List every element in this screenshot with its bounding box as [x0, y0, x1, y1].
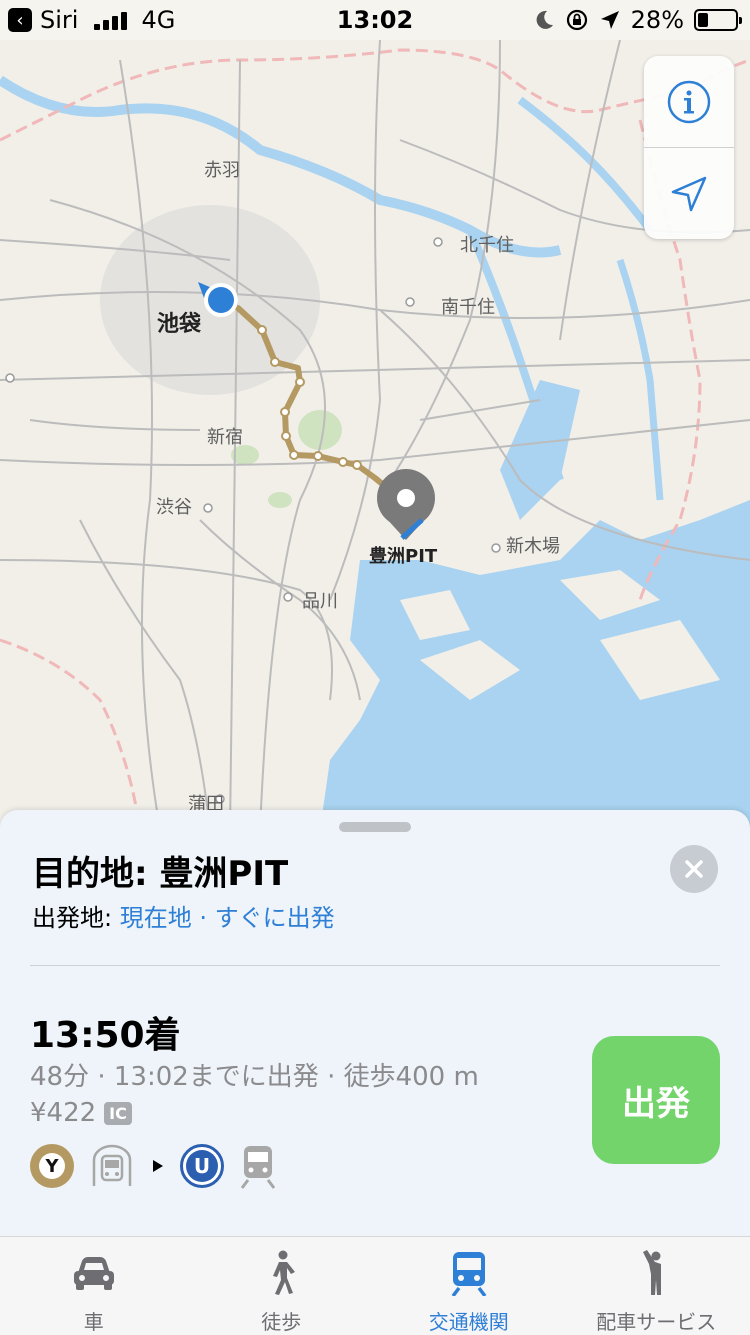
- subway-icon: [88, 1142, 136, 1190]
- cellular-signal-icon: [94, 10, 127, 30]
- car-icon: [72, 1255, 116, 1291]
- map-label-shinjuku: 新宿: [207, 423, 243, 449]
- info-icon: [666, 79, 712, 125]
- network-type: 4G: [141, 6, 175, 34]
- tab-ride-hail[interactable]: 配車サービス: [563, 1237, 750, 1335]
- arrival-time[interactable]: 13:50着: [30, 1006, 181, 1058]
- tab-transit-label: 交通機関: [429, 1306, 509, 1335]
- ic-card-badge: IC: [104, 1102, 132, 1125]
- location-services-icon: [599, 9, 621, 31]
- map-label-shinkiba: 新木場: [506, 532, 560, 558]
- tab-walk-label: 徒歩: [261, 1306, 301, 1335]
- close-icon: [683, 858, 705, 880]
- yurakucho-line-icon: Y: [30, 1144, 74, 1188]
- destination-title: 目的地: 豊洲PIT: [32, 846, 288, 895]
- transit-icon: [451, 1250, 487, 1296]
- divider: [30, 965, 720, 966]
- location-arrow-icon: [669, 174, 709, 214]
- directions-sheet[interactable]: 目的地: 豊洲PIT 出発地: 現在地 · すぐに出発 13:50着 48分 ·…: [0, 810, 750, 1236]
- origin-prefix: 出発地:: [32, 904, 120, 932]
- map-label-shinagawa: 品川: [302, 587, 338, 613]
- map-label-shibuya: 渋谷: [156, 493, 192, 519]
- tab-car-label: 車: [84, 1306, 104, 1335]
- battery-icon: [694, 9, 738, 31]
- step-arrow-icon: [150, 1158, 166, 1174]
- map-info-button[interactable]: [644, 56, 734, 147]
- fare-amount: ¥422: [30, 1098, 96, 1128]
- transport-mode-tabbar: 車 徒歩 交通機関 配車サービス: [0, 1236, 750, 1335]
- fare: ¥422 IC: [30, 1098, 132, 1128]
- status-bar: ‹ Siri 4G 13:02 28%: [0, 0, 750, 40]
- moon-icon: [535, 9, 555, 31]
- map-view[interactable]: 赤羽 北千住 南千住 池袋 新宿 渋谷 品川 新木場 蒲田 豊洲PIT: [0, 0, 750, 830]
- battery-percentage: 28%: [631, 6, 684, 34]
- close-button[interactable]: [670, 845, 718, 893]
- rotation-lock-icon: [565, 8, 589, 32]
- train-icon: [238, 1142, 278, 1190]
- tab-walk[interactable]: 徒歩: [188, 1237, 376, 1335]
- back-to-app-button[interactable]: ‹ Siri: [8, 6, 78, 34]
- origin-separator: ·: [192, 904, 215, 932]
- map-canvas: [0, 0, 750, 830]
- go-button[interactable]: 出発: [592, 1036, 720, 1164]
- ride-hail-icon: [639, 1250, 673, 1296]
- map-controls: [644, 56, 734, 239]
- tab-ride-hail-label: 配車サービス: [596, 1306, 716, 1335]
- route-summary: 48分 · 13:02までに出発 · 徒歩400 m: [30, 1056, 479, 1093]
- tab-car[interactable]: 車: [0, 1237, 188, 1335]
- back-app-label: Siri: [40, 6, 78, 34]
- tab-transit[interactable]: 交通機関: [375, 1237, 563, 1335]
- chevron-left-icon: ‹: [8, 8, 32, 32]
- sheet-grabber[interactable]: [339, 822, 411, 832]
- map-label-minamisenju: 南千住: [441, 293, 495, 319]
- map-label-kitasenju: 北千住: [460, 231, 514, 257]
- origin-line: 出発地: 現在地 · すぐに出発: [32, 898, 335, 933]
- walk-icon: [265, 1250, 297, 1296]
- depart-time-link[interactable]: すぐに出発: [215, 904, 335, 932]
- map-label-akabane: 赤羽: [204, 156, 240, 182]
- track-location-button[interactable]: [644, 148, 734, 239]
- yurikamome-line-icon: U: [180, 1144, 224, 1188]
- map-label-ikebukuro: 池袋: [157, 306, 201, 338]
- origin-link[interactable]: 現在地: [120, 904, 192, 932]
- map-label-destination[interactable]: 豊洲PIT: [369, 542, 437, 568]
- route-steps: Y U: [30, 1142, 278, 1190]
